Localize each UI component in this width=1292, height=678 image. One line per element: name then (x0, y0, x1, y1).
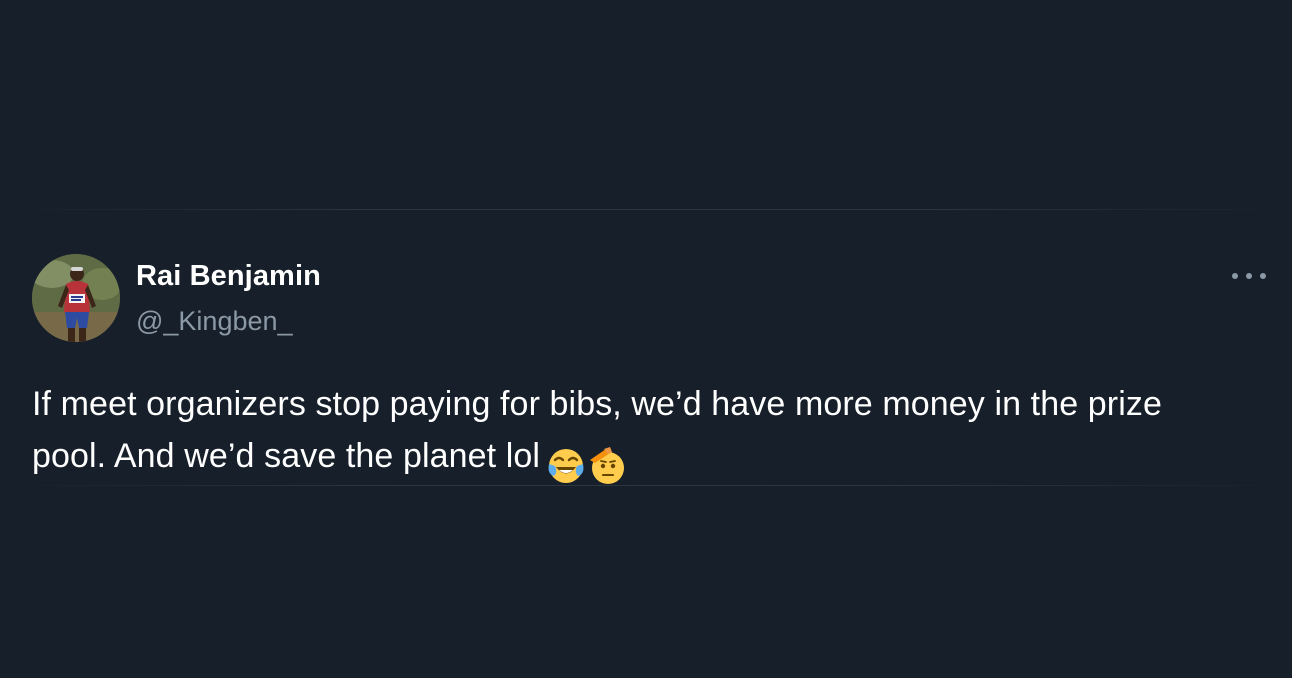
more-options-icon[interactable] (1232, 266, 1266, 286)
tweet-card-background: Rai Benjamin @_Kingben_ If meet organize… (0, 0, 1292, 678)
author-display-name[interactable]: Rai Benjamin (136, 260, 321, 293)
emoji-group (546, 438, 626, 490)
dot-icon (1246, 273, 1252, 279)
face-with-tears-of-joy-icon (548, 449, 584, 484)
dot-icon (1232, 273, 1238, 279)
dot-icon (1260, 273, 1266, 279)
bottom-divider (0, 485, 1292, 486)
avatar-photo (32, 254, 120, 342)
author-handle[interactable]: @_Kingben_ (136, 306, 293, 337)
avatar[interactable] (32, 254, 120, 342)
tweet-text: If meet organizers stop paying for bibs,… (32, 378, 1232, 490)
saluting-face-icon (590, 447, 625, 485)
top-divider (0, 209, 1292, 210)
